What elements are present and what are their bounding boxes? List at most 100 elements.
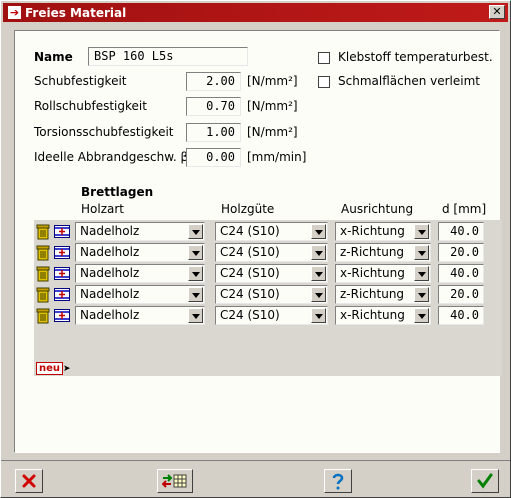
holzart-value: Nadelholz	[80, 245, 140, 259]
holzart-select[interactable]: Nadelholz	[75, 264, 205, 283]
trash-icon[interactable]	[36, 245, 50, 261]
holzguete-value: C24 (S10)	[220, 224, 280, 238]
holzguete-value: C24 (S10)	[220, 287, 280, 301]
table-row: Nadelholz C24 (S10) x-Richtung 40.0	[34, 264, 502, 285]
ok-button[interactable]	[471, 469, 499, 493]
close-button[interactable]: ✕	[489, 5, 505, 19]
chevron-down-icon[interactable]	[311, 308, 326, 323]
ausrichtung-header: Ausrichtung	[341, 202, 414, 216]
holzart-value: Nadelholz	[80, 287, 140, 301]
help-button[interactable]	[324, 469, 352, 493]
layer-properties-icon[interactable]	[54, 309, 70, 322]
layer-properties-icon[interactable]	[54, 225, 70, 238]
table-row: Nadelholz C24 (S10) z-Richtung 20.0	[34, 243, 502, 264]
ausrichtung-value: z-Richtung	[340, 287, 405, 301]
layers-table: Nadelholz C24 (S10) x-Richtung 40.0 Nadelhol…	[34, 220, 502, 376]
trash-icon[interactable]	[36, 266, 50, 282]
holzguete-value: C24 (S10)	[220, 308, 280, 322]
chevron-down-icon[interactable]	[311, 266, 326, 281]
schmalflaechen-checkbox[interactable]	[318, 76, 330, 88]
ausrichtung-select[interactable]: x-Richtung	[335, 264, 431, 283]
holzguete-select[interactable]: C24 (S10)	[215, 222, 328, 241]
rollschubfestigkeit-unit: [N/mm²]	[247, 99, 298, 113]
chevron-down-icon[interactable]	[188, 224, 203, 239]
rollschubfestigkeit-label: Rollschubfestigkeit	[34, 99, 147, 113]
arrow-right-icon: ➤	[63, 364, 71, 374]
holzguete-select[interactable]: C24 (S10)	[215, 285, 328, 304]
klebstoff-label: Klebstoff temperaturbest.	[338, 50, 493, 64]
klebstoff-checkbox[interactable]	[318, 52, 330, 64]
abbrandgeschw-unit: [mm/min]	[247, 150, 307, 164]
thickness-input[interactable]: 40.0	[438, 222, 484, 241]
holzart-value: Nadelholz	[80, 224, 140, 238]
chevron-down-icon[interactable]	[188, 308, 203, 323]
ausrichtung-value: x-Richtung	[340, 266, 405, 280]
chevron-down-icon[interactable]	[188, 266, 203, 281]
window-title: Freies Material	[25, 5, 127, 20]
holzart-select[interactable]: Nadelholz	[75, 306, 205, 325]
brettlagen-heading: Brettlagen	[81, 185, 154, 199]
red-x-icon	[22, 474, 36, 488]
rollschubfestigkeit-input[interactable]: 0.70	[186, 97, 241, 116]
button-bar	[1, 460, 510, 497]
trash-icon[interactable]	[36, 224, 50, 240]
holzart-select[interactable]: Nadelholz	[75, 222, 205, 241]
chevron-down-icon[interactable]	[414, 224, 429, 239]
thickness-input[interactable]: 40.0	[438, 306, 484, 325]
chevron-down-icon[interactable]	[414, 245, 429, 260]
ausrichtung-value: x-Richtung	[340, 308, 405, 322]
thickness-input[interactable]: 20.0	[438, 243, 484, 262]
import-table-icon	[162, 474, 187, 488]
holzart-select[interactable]: Nadelholz	[75, 285, 205, 304]
cancel-button[interactable]	[15, 469, 43, 493]
new-layer-button[interactable]: neu	[36, 362, 64, 375]
green-check-icon	[477, 473, 493, 489]
chevron-down-icon[interactable]	[311, 287, 326, 302]
ausrichtung-value: z-Richtung	[340, 245, 405, 259]
table-row: Nadelholz C24 (S10) z-Richtung 20.0	[34, 285, 502, 306]
trash-icon[interactable]	[36, 287, 50, 303]
help-icon	[332, 473, 344, 490]
ausrichtung-select[interactable]: x-Richtung	[335, 306, 431, 325]
ausrichtung-select[interactable]: x-Richtung	[335, 222, 431, 241]
chevron-down-icon[interactable]	[311, 224, 326, 239]
holzguete-select[interactable]: C24 (S10)	[215, 243, 328, 262]
layer-properties-icon[interactable]	[54, 288, 70, 301]
layer-properties-icon[interactable]	[54, 267, 70, 280]
abbrandgeschw-input[interactable]: 0.00	[186, 148, 241, 167]
ausrichtung-value: x-Richtung	[340, 224, 405, 238]
d-header: d [mm]	[442, 202, 487, 216]
holzart-header: Holzart	[81, 202, 124, 216]
holzguete-value: C24 (S10)	[220, 266, 280, 280]
holzguete-value: C24 (S10)	[220, 245, 280, 259]
thickness-input[interactable]: 40.0	[438, 264, 484, 283]
arrow-icon: ➔	[8, 6, 21, 19]
material-panel: Name BSP 160 L5s Schubfestigkeit 2.00 [N…	[14, 30, 502, 453]
table-row: Nadelholz C24 (S10) x-Richtung 40.0	[34, 306, 502, 327]
ausrichtung-select[interactable]: z-Richtung	[335, 243, 431, 262]
import-button[interactable]	[157, 469, 193, 493]
holzguete-select[interactable]: C24 (S10)	[215, 306, 328, 325]
schubfestigkeit-unit: [N/mm²]	[247, 74, 298, 88]
layer-properties-icon[interactable]	[54, 246, 70, 259]
schmalflaechen-label: Schmalflächen verleimt	[338, 74, 480, 88]
holzguete-select[interactable]: C24 (S10)	[215, 264, 328, 283]
chevron-down-icon[interactable]	[414, 266, 429, 281]
chevron-down-icon[interactable]	[414, 287, 429, 302]
holzart-value: Nadelholz	[80, 308, 140, 322]
torsionsschubfestigkeit-label: Torsionsschubfestigkeit	[34, 125, 174, 139]
schubfestigkeit-input[interactable]: 2.00	[186, 72, 241, 91]
holzart-select[interactable]: Nadelholz	[75, 243, 205, 262]
name-input[interactable]: BSP 160 L5s	[88, 47, 248, 66]
chevron-down-icon[interactable]	[188, 245, 203, 260]
ausrichtung-select[interactable]: z-Richtung	[335, 285, 431, 304]
chevron-down-icon[interactable]	[188, 287, 203, 302]
trash-icon[interactable]	[36, 308, 50, 324]
name-label: Name	[34, 50, 73, 64]
chevron-down-icon[interactable]	[414, 308, 429, 323]
torsionsschubfestigkeit-input[interactable]: 1.00	[186, 123, 241, 142]
dialog-window: ➔ Freies Material ✕ Name BSP 160 L5s Sch…	[0, 0, 511, 498]
holzguete-header: Holzgüte	[221, 202, 275, 216]
thickness-input[interactable]: 20.0	[438, 285, 484, 304]
chevron-down-icon[interactable]	[311, 245, 326, 260]
